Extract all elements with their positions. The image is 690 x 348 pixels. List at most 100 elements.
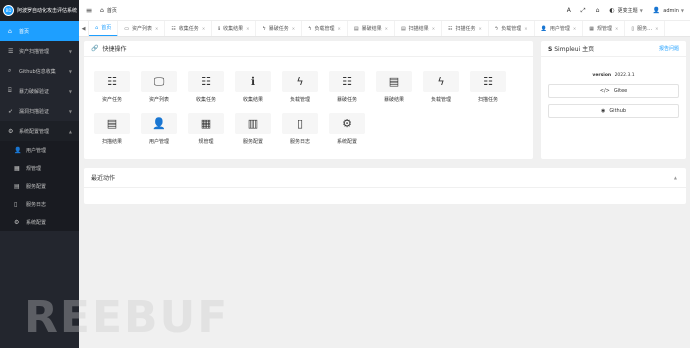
quick-tile-label: 负载管理 xyxy=(430,97,451,103)
tab-4[interactable]: ϟ 暴破任务 ✕ xyxy=(256,21,303,36)
tab-label: 扫描结果 xyxy=(408,26,429,32)
close-icon[interactable]: ✕ xyxy=(479,26,482,31)
report-issue-link[interactable]: 报告问题 xyxy=(659,45,679,52)
close-icon[interactable]: ✕ xyxy=(573,26,576,31)
gear-icon: ⚙ xyxy=(329,113,365,134)
close-icon[interactable]: ✕ xyxy=(292,26,295,31)
breadcrumb[interactable]: ⌂ 首页 xyxy=(100,7,117,14)
tab-scroll-left-icon[interactable]: ◀ xyxy=(79,21,89,36)
sidebar-item-1[interactable]: ☰ 资产扫描管理 ▼ xyxy=(0,41,79,61)
tab-label: 规管理 xyxy=(596,26,612,32)
sidebar-item-label: Github信息收集 xyxy=(19,68,56,75)
quick-tile-label: 收集任务 xyxy=(195,97,216,103)
tab-9[interactable]: ϟ 负载管理 ✕ xyxy=(489,21,535,36)
close-icon[interactable]: ✕ xyxy=(337,26,340,31)
theme-label: 更变主题 xyxy=(617,8,638,14)
quick-tile-label: 收集结果 xyxy=(242,97,263,103)
font-size-button[interactable]: A xyxy=(567,7,571,14)
tab-1[interactable]: ▭ 资产列表 ✕ xyxy=(118,21,166,36)
tasks-icon: ☷ xyxy=(94,71,130,92)
simpleui-title: Simpleui 主页 xyxy=(554,46,595,53)
quick-tile-12[interactable]: ▥ 服务配置 xyxy=(235,113,271,145)
quick-tile-label: 规管理 xyxy=(198,139,214,145)
close-icon[interactable]: ✕ xyxy=(385,26,388,31)
menu-toggle-icon[interactable]: ≡ xyxy=(82,6,96,15)
close-icon[interactable]: ✕ xyxy=(524,26,527,31)
sidebar-subitem-4[interactable]: ⚙ 系统配置 xyxy=(0,213,79,231)
quick-tile-label: 服务日志 xyxy=(289,139,310,145)
sidebar-item-4[interactable]: ➶ 漏洞扫描验证 ▼ xyxy=(0,101,79,121)
close-icon[interactable]: ✕ xyxy=(615,26,618,31)
map-icon: ▤ xyxy=(14,182,20,190)
theme-button[interactable]: ◐ 更变主题 ▼ xyxy=(609,7,642,14)
home-button[interactable]: ⌂ xyxy=(596,7,600,14)
chevron-down-icon: ▼ xyxy=(68,108,72,114)
sidebar-item-3[interactable]: ⌸ 暴力破解验证 ▼ xyxy=(0,81,79,101)
quick-tile-9[interactable]: ▤ 扫描结果 xyxy=(94,113,130,145)
quick-tile-6[interactable]: ▤ 暴破结果 xyxy=(376,71,412,103)
sidebar-subitem-0[interactable]: 👤 用户管理 xyxy=(0,141,79,159)
close-icon[interactable]: ✕ xyxy=(655,26,658,31)
recent-actions-header[interactable]: 最近动作 ▲ xyxy=(84,168,686,188)
close-icon[interactable]: ✕ xyxy=(202,26,205,31)
quick-tile-13[interactable]: ▯ 服务日志 xyxy=(282,113,318,145)
palette-icon: ◐ xyxy=(609,7,615,14)
sidebar-subitem-2[interactable]: ▤ 服务配置 xyxy=(0,177,79,195)
tab-label: 资产列表 xyxy=(131,26,152,32)
simpleui-header: S Simpleui 主页 报告问题 xyxy=(541,41,686,57)
sidebar-subitem-1[interactable]: ▦ 规管理 xyxy=(0,159,79,177)
fullscreen-icon[interactable]: ⤢ xyxy=(581,7,586,15)
tab-5[interactable]: ϟ 负载管理 ✕ xyxy=(302,21,348,36)
quick-tile-4[interactable]: ϟ 负载管理 xyxy=(282,71,318,103)
github-icon: ◉ xyxy=(600,108,606,114)
brand[interactable]: BD 阿波罗自动化攻击评估系统 xyxy=(0,0,79,21)
gitee-button[interactable]: </> Gitee xyxy=(548,84,679,98)
tab-11[interactable]: ▦ 规管理 ✕ xyxy=(583,21,626,36)
tab-icon: ℹ xyxy=(218,25,221,32)
tab-icon: 👤 xyxy=(540,25,547,32)
quick-tile-11[interactable]: ▦ 规管理 xyxy=(188,113,224,145)
user-icon: 👤 xyxy=(141,113,177,134)
quick-tile-3[interactable]: ℹ 收集结果 xyxy=(235,71,271,103)
file-icon: ▯ xyxy=(282,113,318,134)
tab-0[interactable]: ⌂ 首页 xyxy=(89,21,119,36)
quick-tile-10[interactable]: 👤 用户管理 xyxy=(141,113,177,145)
github-label: Github xyxy=(609,108,627,114)
quick-tile-label: 暴破结果 xyxy=(383,97,404,103)
chevron-down-icon: ▼ xyxy=(68,68,72,74)
chevron-up-icon[interactable]: ▲ xyxy=(674,175,677,180)
sidebar: BD 阿波罗自动化攻击评估系统 ⌂ 首页 ☰ 资产扫描管理 ▼ ⌕ Github信息收集 ▼ ⌸… xyxy=(0,0,79,348)
tab-label: 扫描任务 xyxy=(455,26,476,32)
close-icon[interactable]: ✕ xyxy=(155,26,158,31)
tab-7[interactable]: ▤ 扫描结果 ✕ xyxy=(395,21,443,36)
sidebar-item-2[interactable]: ⌕ Github信息收集 ▼ xyxy=(0,61,79,81)
quick-tile-0[interactable]: ☷ 资产任务 xyxy=(94,71,130,103)
close-icon[interactable]: ✕ xyxy=(246,26,249,31)
gear-icon: ⚙ xyxy=(8,127,14,135)
tab-3[interactable]: ℹ 收集结果 ✕ xyxy=(212,21,257,36)
quick-tile-14[interactable]: ⚙ 系统配置 xyxy=(329,113,365,145)
sidebar-item-5[interactable]: ⚙ 系统配置管理 ▲ xyxy=(0,121,79,141)
tab-6[interactable]: ▤ 暴破结果 ✕ xyxy=(348,21,395,36)
user-menu[interactable]: 👤 admin ▼ xyxy=(653,7,684,14)
tab-12[interactable]: ▯ 服务… ✕ xyxy=(625,21,666,36)
sidebar-item-0[interactable]: ⌂ 首页 xyxy=(0,21,79,41)
quick-tile-1[interactable]: 🖵 资产列表 xyxy=(141,71,177,103)
chevron-down-icon: ▼ xyxy=(639,8,643,13)
tab-label: 负载管理 xyxy=(501,26,522,32)
top-header: ≡ ⌂ 首页 A ⤢ ⌂ ◐ 更变主题 ▼ 👤 admin ▼ xyxy=(79,0,690,21)
github-button[interactable]: ◉ Github xyxy=(548,104,679,118)
tab-label: 收集任务 xyxy=(178,26,199,32)
close-icon[interactable]: ✕ xyxy=(432,26,435,31)
tab-label: 暴破结果 xyxy=(361,26,382,32)
quick-tile-7[interactable]: ϟ 负载管理 xyxy=(423,71,459,103)
tab-8[interactable]: ☷ 扫描任务 ✕ xyxy=(442,21,489,36)
info-icon: ℹ xyxy=(235,71,271,92)
quick-tile-5[interactable]: ☷ 暴破任务 xyxy=(329,71,365,103)
quick-tile-label: 扫描结果 xyxy=(101,139,122,145)
quick-tile-8[interactable]: ☷ 扫描任务 xyxy=(470,71,506,103)
tab-2[interactable]: ☷ 收集任务 ✕ xyxy=(165,21,213,36)
sidebar-subitem-3[interactable]: ▯ 服务日志 xyxy=(0,195,79,213)
quick-tile-2[interactable]: ☷ 收集任务 xyxy=(188,71,224,103)
tab-10[interactable]: 👤 用户管理 ✕ xyxy=(535,21,584,36)
